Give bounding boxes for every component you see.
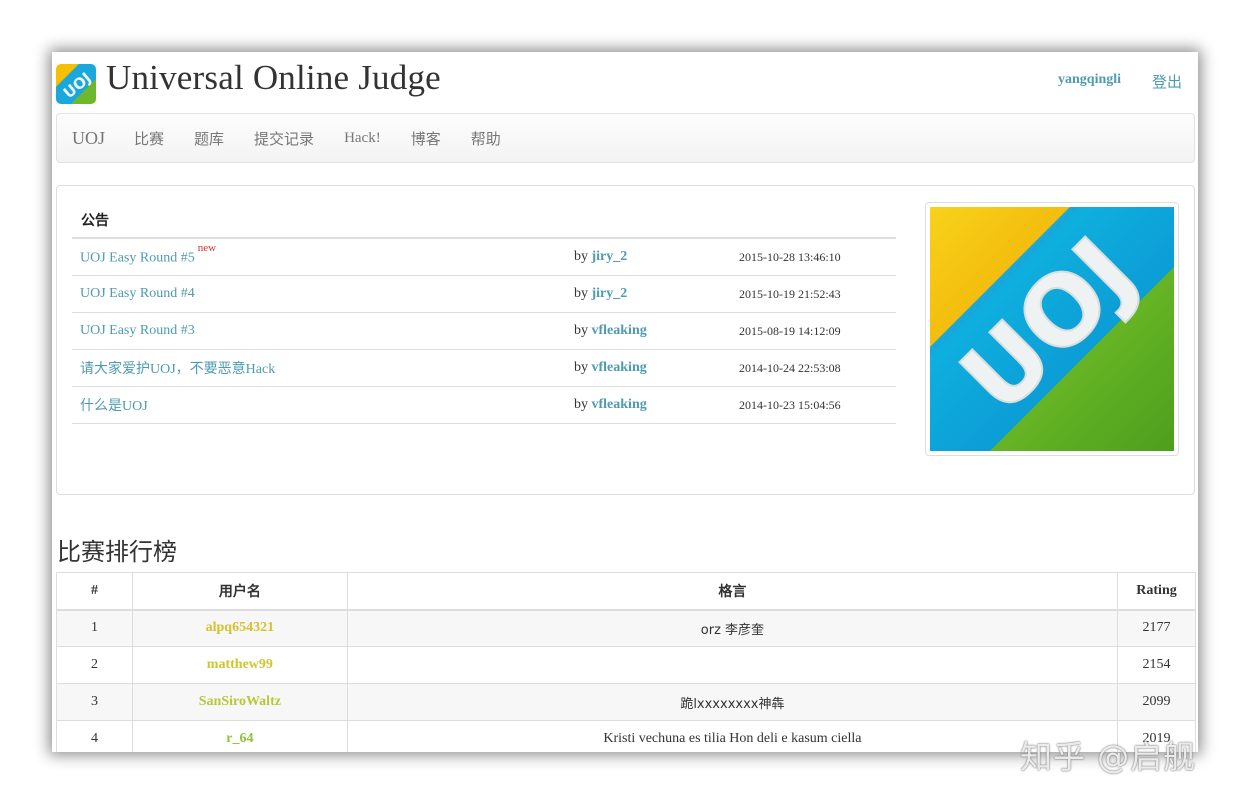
announcement-time: 2015-10-28 13:46:10	[739, 249, 841, 264]
announcement-author: by vfleaking	[574, 397, 647, 412]
browser-page: UOJ Universal Online Judge yangqingli 登出…	[52, 52, 1198, 752]
announcement-row: 请大家爱护UOJ，不要恶意Hack by vfleaking 2014-10-2…	[72, 350, 896, 387]
announcement-time: 2015-08-19 14:12:09	[739, 323, 841, 338]
uoj-promo-image[interactable]: UOJ	[925, 202, 1179, 456]
announcement-title-link[interactable]: UOJ Easy Round #4	[80, 286, 195, 302]
motto-cell: 跪lxxxxxxxx神犇	[346, 683, 1119, 721]
author-link[interactable]: vfleaking	[592, 323, 647, 338]
zhihu-watermark: 知乎 @启舰	[1020, 738, 1197, 776]
nav-brand[interactable]: UOJ	[72, 128, 105, 149]
rating-cell: 2154	[1117, 646, 1196, 684]
col-motto-header: 格言	[346, 572, 1119, 611]
nav-help[interactable]: 帮助	[456, 128, 516, 149]
logo-text: UOJ	[60, 69, 95, 102]
rank-cell: 1	[56, 609, 133, 647]
announcement-list: UOJ Easy Round #5new by jiry_2 2015-10-2…	[72, 237, 896, 424]
announcement-title-link[interactable]: UOJ Easy Round #3	[80, 323, 195, 339]
ranking-table: # 用户名 格言 Rating 1 alpq654321 orz 李彦奎 217…	[56, 572, 1196, 752]
announcement-row: UOJ Easy Round #3 by vfleaking 2015-08-1…	[72, 313, 896, 350]
ranking-row: 3 SanSiroWaltz 跪lxxxxxxxx神犇 2099	[56, 683, 1196, 721]
announcement-time: 2014-10-24 22:53:08	[739, 360, 841, 375]
rank-cell: 2	[56, 646, 133, 684]
announcement-author: by jiry_2	[574, 249, 628, 264]
ranking-row: 2 matthew99 2154	[56, 646, 1196, 684]
username-link[interactable]: yangqingli	[1058, 72, 1121, 88]
nav-problems[interactable]: 题库	[179, 128, 239, 149]
logout-link[interactable]: 登出	[1152, 71, 1182, 92]
author-link[interactable]: vfleaking	[592, 360, 647, 375]
uoj-big-logo-icon: UOJ	[930, 207, 1174, 451]
rating-cell: 2177	[1117, 609, 1196, 647]
username-link[interactable]: r_64	[131, 720, 348, 752]
nav-hack[interactable]: Hack!	[329, 130, 396, 147]
col-rating-header: Rating	[1117, 572, 1196, 611]
author-link[interactable]: jiry_2	[592, 286, 628, 301]
ranking-heading: 比赛排行榜	[57, 538, 177, 566]
username-link[interactable]: matthew99	[131, 646, 348, 684]
rating-cell: 2099	[1117, 683, 1196, 721]
announcement-time: 2015-10-19 21:52:43	[739, 286, 841, 301]
ranking-row: 1 alpq654321 orz 李彦奎 2177	[56, 609, 1196, 647]
username-link[interactable]: alpq654321	[131, 609, 348, 647]
author-link[interactable]: jiry_2	[592, 249, 628, 264]
announcement-title-link[interactable]: UOJ Easy Round #5new	[80, 242, 216, 267]
nav-submissions[interactable]: 提交记录	[239, 128, 329, 149]
announcement-title-link[interactable]: 什么是UOJ	[80, 395, 148, 415]
announcement-row: 什么是UOJ by vfleaking 2014-10-23 15:04:56	[72, 387, 896, 424]
col-rank-header: #	[56, 572, 133, 611]
uoj-logo-icon[interactable]: UOJ	[56, 64, 96, 104]
rank-cell: 4	[56, 720, 133, 752]
announcement-author: by vfleaking	[574, 360, 647, 375]
announcement-title-link[interactable]: 请大家爱护UOJ，不要恶意Hack	[80, 358, 275, 378]
announcement-author: by vfleaking	[574, 323, 647, 338]
ranking-header-row: # 用户名 格言 Rating	[56, 572, 1196, 611]
announcement-row: UOJ Easy Round #5new by jiry_2 2015-10-2…	[72, 239, 896, 276]
nav-contests[interactable]: 比赛	[119, 128, 179, 149]
username-link[interactable]: SanSiroWaltz	[131, 683, 348, 721]
rank-cell: 3	[56, 683, 133, 721]
new-badge: new	[197, 242, 217, 255]
col-username-header: 用户名	[131, 572, 348, 611]
author-link[interactable]: vfleaking	[592, 397, 647, 412]
announcement-panel: 公告 UOJ Easy Round #5new by jiry_2 2015-1…	[56, 185, 1195, 495]
site-title[interactable]: Universal Online Judge	[106, 58, 441, 98]
nav-blogs[interactable]: 博客	[396, 128, 456, 149]
announcement-row: UOJ Easy Round #4 by jiry_2 2015-10-19 2…	[72, 276, 896, 313]
motto-cell: orz 李彦奎	[346, 609, 1119, 647]
main-navbar: UOJ 比赛 题库 提交记录 Hack! 博客 帮助	[56, 113, 1195, 163]
motto-cell	[346, 646, 1119, 684]
announcement-author: by jiry_2	[574, 286, 628, 301]
motto-cell: Kristi vechuna es tilia Hon deli e kasum…	[346, 720, 1119, 752]
announcement-time: 2014-10-23 15:04:56	[739, 397, 841, 412]
announcement-heading: 公告	[81, 213, 109, 229]
